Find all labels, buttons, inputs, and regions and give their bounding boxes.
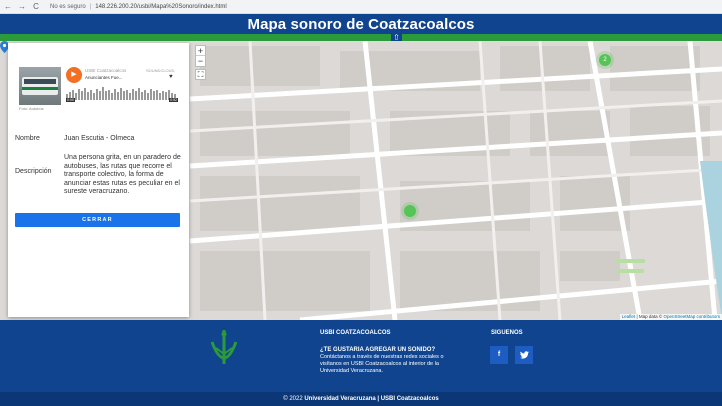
attribution-text: | Map data © — [636, 314, 663, 319]
osm-link[interactable]: OpenStreetMap contributors — [663, 314, 720, 319]
waveform[interactable] — [66, 85, 178, 103]
uv-logo-icon — [210, 330, 238, 364]
page-header: Mapa sonoro de Coatzacoalcos — [0, 14, 722, 34]
sound-info-panel: Foto: Autobús ▶ USBI Coatzacoalcos Anunc… — [8, 43, 189, 317]
page-title: Mapa sonoro de Coatzacoalcos — [247, 15, 475, 33]
leaflet-link[interactable]: Leaflet — [622, 314, 636, 319]
fullscreen-icon[interactable]: ⛶ — [195, 69, 206, 80]
sound-thumbnail — [19, 67, 61, 105]
name-value: Juan Escutia - Olmeca — [64, 135, 135, 142]
description-label: Descripción — [15, 168, 52, 175]
security-warning: No es seguro — [50, 3, 86, 10]
time-total: 0:52 — [169, 98, 178, 102]
twitter-bird-icon — [519, 351, 529, 359]
close-button[interactable]: CERRAR — [15, 213, 180, 227]
facebook-icon[interactable]: f — [490, 346, 508, 364]
thumbnail-caption: Foto: Autobús — [19, 106, 44, 111]
time-elapsed: 0:00 — [66, 98, 75, 102]
sound-marker[interactable] — [404, 205, 416, 217]
soundcloud-player[interactable]: ▶ USBI Coatzacoalcos Anunciantes Fue... … — [66, 65, 180, 107]
heart-icon[interactable]: ♥ — [169, 74, 173, 80]
url-text[interactable]: 148.226.200.20/usbi/Mapa%20Sonoro/index.… — [95, 0, 226, 14]
name-label: Nombre — [15, 135, 40, 142]
reload-button[interactable]: C — [32, 0, 40, 14]
green-divider — [0, 34, 722, 41]
address-bar[interactable]: No es seguro | 148.226.200.20/usbi/Mapa%… — [50, 0, 227, 14]
browser-toolbar: ← → C No es seguro | 148.226.200.20/usbi… — [0, 0, 722, 14]
twitter-icon[interactable] — [515, 346, 533, 364]
bus-stripe — [22, 87, 58, 90]
back-button[interactable]: ← — [4, 0, 12, 14]
play-icon[interactable]: ▶ — [66, 67, 82, 83]
sound-marker[interactable]: 2 — [599, 54, 611, 66]
zoom-out-button[interactable]: − — [196, 56, 205, 66]
soundcloud-logo[interactable]: SOUNDCLOUD — [146, 68, 174, 73]
bus-windows — [24, 79, 56, 84]
forward-button[interactable]: → — [18, 0, 26, 14]
usbi-heading: USBI COATZACOALCOS — [320, 330, 391, 336]
footer: USBI COATZACOALCOS ¿TE GUSTARIA AGREGAR … — [0, 320, 722, 392]
player-track[interactable]: Anunciantes Fue... — [85, 75, 123, 80]
copyright-owner: Universidad Veracruzana | USBI Coatzacoa… — [304, 396, 439, 402]
player-user[interactable]: USBI Coatzacoalcos — [85, 68, 126, 73]
url-separator: | — [89, 3, 92, 10]
add-sound-heading: ¿TE GUSTARIA AGREGAR UN SONIDO? — [320, 347, 436, 353]
add-sound-text: Contáctanos a través de nuestras redes s… — [320, 354, 444, 374]
description-value: Una persona grita, en un paradero de aut… — [64, 154, 181, 195]
zoom-control: + − — [195, 45, 206, 67]
zoom-in-button[interactable]: + — [196, 46, 205, 56]
social-heading: SIGUENOS — [491, 330, 523, 336]
copyright-year: © 2022 — [283, 396, 303, 402]
copyright-bar: © 2022 Universidad Veracruzana | USBI Co… — [0, 392, 722, 406]
